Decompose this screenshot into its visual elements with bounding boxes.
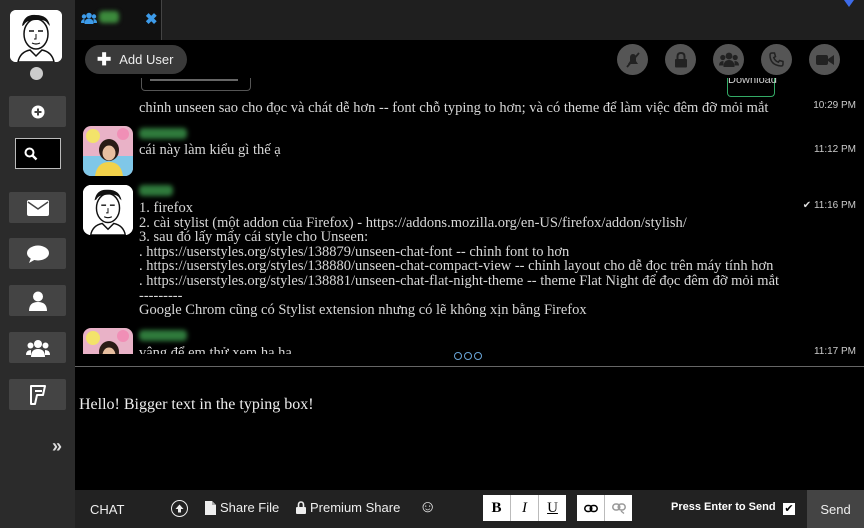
download-button[interactable]: Download bbox=[727, 78, 777, 97]
file-icon bbox=[205, 500, 216, 515]
foursquare-icon bbox=[29, 384, 46, 405]
lock-icon bbox=[296, 501, 306, 514]
close-tab-icon[interactable]: ✖ bbox=[145, 10, 158, 28]
video-call-button[interactable] bbox=[809, 44, 840, 75]
compose-toolbar: CHAT Share File Premium Share ☺ B I U Pr… bbox=[75, 490, 864, 528]
lock-button[interactable] bbox=[665, 44, 696, 75]
sender-avatar[interactable] bbox=[83, 328, 133, 354]
sidebar-item-groups[interactable] bbox=[9, 332, 66, 363]
chat-toolbar: ✚ Add User bbox=[75, 40, 864, 78]
new-chat-button[interactable] bbox=[9, 96, 66, 127]
premium-share-button[interactable]: Premium Share bbox=[296, 500, 400, 515]
message-time: 11:17 PM bbox=[813, 346, 856, 354]
share-file-label: Share File bbox=[220, 500, 280, 515]
plus-icon: ✚ bbox=[97, 50, 112, 69]
underline-button[interactable]: U bbox=[539, 495, 566, 521]
load-more-indicator[interactable] bbox=[454, 352, 482, 360]
sidebar-item-messages[interactable] bbox=[9, 192, 66, 223]
video-camera-icon bbox=[815, 54, 834, 65]
message-time: 10:29 PM bbox=[813, 100, 856, 111]
chevron-down-icon[interactable] bbox=[844, 0, 854, 7]
file-attachment-preview bbox=[141, 78, 251, 91]
message-list[interactable]: Download chỉnh unseen sao cho đọc và chá… bbox=[75, 78, 864, 354]
smiley-icon: ☺ bbox=[419, 497, 437, 516]
sidebar-item-foursquare[interactable] bbox=[9, 379, 66, 410]
group-members-button[interactable] bbox=[713, 44, 744, 75]
status-indicator bbox=[30, 67, 43, 80]
group-icon bbox=[718, 52, 739, 67]
sender-avatar[interactable] bbox=[83, 126, 133, 176]
lock-icon bbox=[674, 51, 687, 67]
plus-circle-icon bbox=[31, 105, 44, 118]
message-input-text[interactable]: Hello! Bigger text in the typing box! bbox=[79, 396, 314, 414]
message-time: ✔ 11:16 PM bbox=[802, 200, 856, 211]
sender-name-redacted bbox=[139, 128, 187, 139]
message-time: 11:12 PM bbox=[813, 144, 856, 155]
user-avatar[interactable] bbox=[10, 10, 62, 62]
mute-button[interactable] bbox=[617, 44, 648, 75]
chat-bubble-icon bbox=[26, 245, 49, 263]
group-icon bbox=[81, 12, 97, 24]
tab-group-chat[interactable]: ✖ bbox=[75, 0, 162, 40]
message-text: 1. firefox 2. cài stylist (một addon của… bbox=[139, 200, 780, 319]
sidebar: » bbox=[0, 0, 75, 528]
add-user-label: Add User bbox=[119, 52, 174, 67]
sender-name-redacted bbox=[139, 330, 187, 341]
tab-name-redacted bbox=[99, 11, 119, 23]
expand-sidebar-icon[interactable]: » bbox=[52, 436, 62, 457]
send-button[interactable]: Send bbox=[807, 490, 864, 528]
enter-to-send-checkbox[interactable]: ✔ bbox=[783, 503, 795, 515]
chat-mode-label: CHAT bbox=[90, 502, 125, 517]
user-icon bbox=[28, 291, 47, 311]
emoji-button[interactable]: ☺ bbox=[419, 497, 436, 517]
sidebar-item-contacts[interactable] bbox=[9, 285, 66, 316]
premium-share-label: Premium Share bbox=[310, 500, 401, 515]
scroll-up-button[interactable] bbox=[171, 500, 188, 517]
share-file-button[interactable]: Share File bbox=[205, 500, 279, 515]
message-input[interactable]: Hello! Bigger text in the typing box! bbox=[75, 367, 864, 490]
enter-to-send-label: Press Enter to Send bbox=[671, 501, 776, 513]
message-text: vâng để em thử xem ha ha bbox=[139, 345, 292, 354]
phone-icon bbox=[769, 52, 784, 67]
message-text: chỉnh unseen sao cho đọc và chát dễ hơn … bbox=[139, 100, 769, 116]
message-text: cái này làm kiểu gì thế ạ bbox=[139, 142, 281, 158]
check-icon: ✔ bbox=[802, 200, 812, 211]
arrow-up-icon bbox=[175, 504, 184, 513]
link-format-group bbox=[577, 495, 632, 521]
sender-name-redacted bbox=[139, 185, 173, 196]
mute-icon bbox=[625, 51, 640, 68]
unlink-button[interactable] bbox=[605, 495, 632, 521]
link-icon bbox=[583, 504, 598, 512]
sender-avatar[interactable] bbox=[83, 185, 133, 235]
search-icon bbox=[24, 147, 38, 160]
link-button[interactable] bbox=[577, 495, 605, 521]
unlink-icon bbox=[611, 502, 626, 514]
tab-bar: ✖ bbox=[75, 0, 864, 40]
sidebar-search-button[interactable] bbox=[15, 138, 61, 169]
add-user-button[interactable]: ✚ Add User bbox=[85, 45, 188, 74]
italic-button[interactable]: I bbox=[511, 495, 539, 521]
group-icon bbox=[25, 339, 50, 357]
bold-button[interactable]: B bbox=[483, 495, 511, 521]
voice-call-button[interactable] bbox=[761, 44, 792, 75]
envelope-icon bbox=[26, 199, 49, 216]
text-format-group: B I U bbox=[483, 495, 566, 521]
sidebar-item-chats[interactable] bbox=[9, 238, 66, 269]
